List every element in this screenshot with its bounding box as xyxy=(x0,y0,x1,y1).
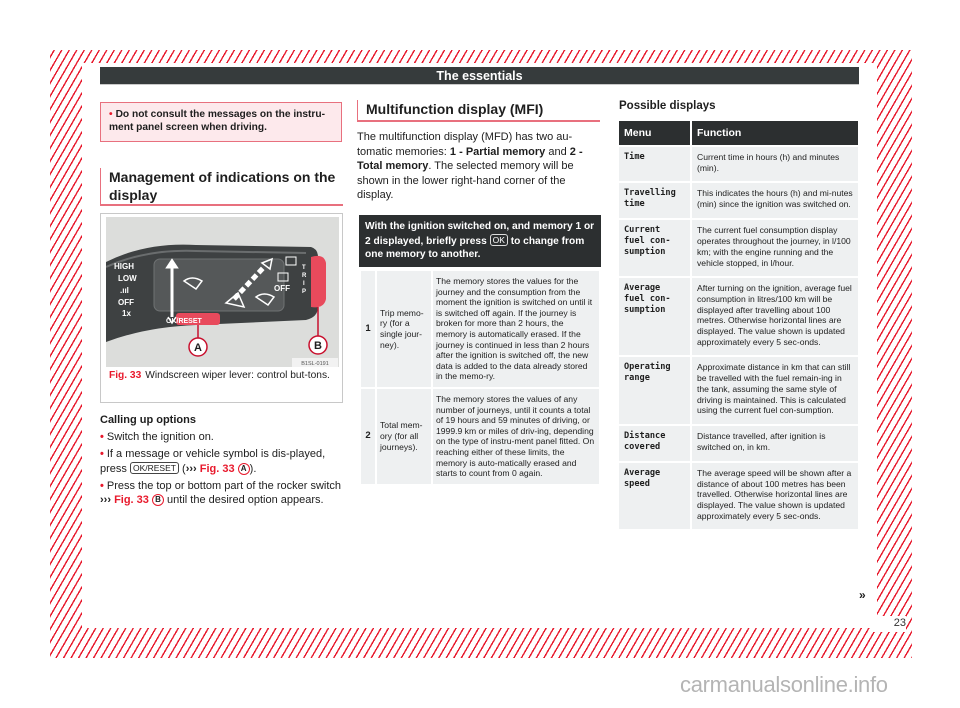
menu-cell: Current fuel con-sumption xyxy=(619,220,690,277)
table-row: 2 Total mem-ory (for all journeys). The … xyxy=(361,388,599,484)
svg-text:R: R xyxy=(302,273,307,279)
column-header-menu: Menu xyxy=(619,121,690,145)
callout-a: A xyxy=(194,342,202,354)
cross-ref-arrow-icon: ››› xyxy=(185,462,197,475)
figure-caption: Fig. 33 Windscreen wiper lever: control b… xyxy=(109,370,335,383)
memory-description: The memory stores the values of any numb… xyxy=(433,388,599,484)
image-code: B1SL-0191 xyxy=(301,361,329,367)
label-1x: 1x xyxy=(122,309,131,318)
figure-33: HIGH LOW .ııl OFF 1x OFF OK/RESET TRIP A xyxy=(100,213,343,403)
menu-cell: Travelling time xyxy=(619,183,690,219)
warning-box: • Do not consult the messages on the inst… xyxy=(100,102,342,142)
memory-instruction-box: With the ignition switched on, and memor… xyxy=(359,215,601,267)
memory-description: The memory stores the values for the jou… xyxy=(433,271,599,387)
callout-a-badge: A xyxy=(237,462,250,475)
memory-name: Trip memo-ry (for a single jour-ney). xyxy=(377,271,431,387)
label-off-right: OFF xyxy=(274,284,290,293)
menu-cell: Time xyxy=(619,147,690,182)
function-cell: The average speed will be shown after a … xyxy=(692,462,858,530)
calling-up-options: Calling up options • Switch the ignition … xyxy=(100,413,345,510)
column-header-function: Function xyxy=(692,121,858,145)
function-cell: After turning on the ignition, average f… xyxy=(692,278,858,356)
warning-text: Do not consult the messages on the instr… xyxy=(109,109,326,133)
function-cell: Distance travelled, after ignition is sw… xyxy=(692,425,858,461)
list-item: • If a message or vehicle symbol is dis-p… xyxy=(100,448,326,475)
list-item: • Press the top or bottom part of the roc… xyxy=(100,479,342,506)
list-item: • Switch the ignition on. xyxy=(100,431,214,443)
wiper-lever-illustration: HIGH LOW .ııl OFF 1x OFF OK/RESET TRIP A xyxy=(106,217,339,367)
menu-cell: Distance covered xyxy=(619,425,690,461)
table-header-row: Menu Function xyxy=(619,121,858,145)
section-title-mfi: Multifunction display (MFI) xyxy=(357,100,600,122)
label-interval: .ııl xyxy=(120,286,129,295)
function-cell: Current time in hours (h) and minutes (m… xyxy=(692,147,858,182)
figure-link[interactable]: Fig. 33 xyxy=(114,494,149,506)
memory-number: 2 xyxy=(361,388,375,484)
label-low: LOW xyxy=(118,274,137,283)
bullet-icon: • xyxy=(100,431,104,443)
svg-text:P: P xyxy=(302,289,306,295)
svg-text:T: T xyxy=(302,265,306,271)
mfi-intro: The multifunction display (MFD) has two … xyxy=(357,131,583,201)
memory-number: 1 xyxy=(361,271,375,387)
menu-cell: Average fuel con-sumption xyxy=(619,278,690,356)
figure-number: Fig. 33 xyxy=(109,370,142,381)
cross-ref-arrow-icon: ››› xyxy=(100,494,111,506)
table-row: Average speed The average speed will be s… xyxy=(619,462,858,530)
watermark: carmanualsonline.info xyxy=(680,672,888,697)
table-row: Average fuel con-sumption After turning o… xyxy=(619,278,858,356)
bullet-icon: • xyxy=(100,479,104,492)
callout-b: B xyxy=(314,340,322,352)
label-off-left: OFF xyxy=(118,298,134,307)
possible-displays-table: Menu Function Time Current time in hours … xyxy=(617,119,860,531)
table-row: Travelling time This indicates the hours … xyxy=(619,183,858,219)
page-number: 23 xyxy=(893,617,906,629)
table-row: Current fuel con-sumption The current fue… xyxy=(619,220,858,277)
function-cell: This indicates the hours (h) and mi-nute… xyxy=(692,183,858,219)
section-title-management: Management of indications on the display xyxy=(100,168,343,206)
menu-cell: Average speed xyxy=(619,462,690,530)
figure-caption-text: Windscreen wiper lever: control but-tons… xyxy=(145,370,330,381)
menu-cell: Operating range xyxy=(619,357,690,424)
chapter-header: The essentials xyxy=(100,67,859,85)
bullet-icon: • xyxy=(109,109,113,120)
wiper-lever-image: HIGH LOW .ııl OFF 1x OFF OK/RESET TRIP A xyxy=(106,217,339,367)
table-row: 1 Trip memo-ry (for a single jour-ney). … xyxy=(361,271,599,387)
callout-b-badge: B xyxy=(151,494,164,506)
figure-link[interactable]: Fig. 33 xyxy=(200,463,235,475)
label-high: HIGH xyxy=(114,262,134,271)
table-row: Operating range Approximate distance in k… xyxy=(619,357,858,424)
table-row: Distance covered Distance travelled, afte… xyxy=(619,425,858,461)
possible-displays-title: Possible displays xyxy=(619,100,716,112)
continued-icon: » xyxy=(859,588,866,602)
function-cell: The current fuel consumption display ope… xyxy=(692,220,858,277)
bullet-icon: • xyxy=(100,448,104,460)
ok-reset-key: OK/RESET xyxy=(129,461,179,474)
memory-table: 1 Trip memo-ry (for a single jour-ney). … xyxy=(359,269,601,486)
function-cell: Approximate distance in km that can stil… xyxy=(692,357,858,424)
memory-name: Total mem-ory (for all journeys). xyxy=(377,388,431,484)
calling-up-options-title: Calling up options xyxy=(100,414,196,426)
table-row: Time Current time in hours (h) and minute… xyxy=(619,147,858,182)
ok-key: OK xyxy=(489,233,508,246)
